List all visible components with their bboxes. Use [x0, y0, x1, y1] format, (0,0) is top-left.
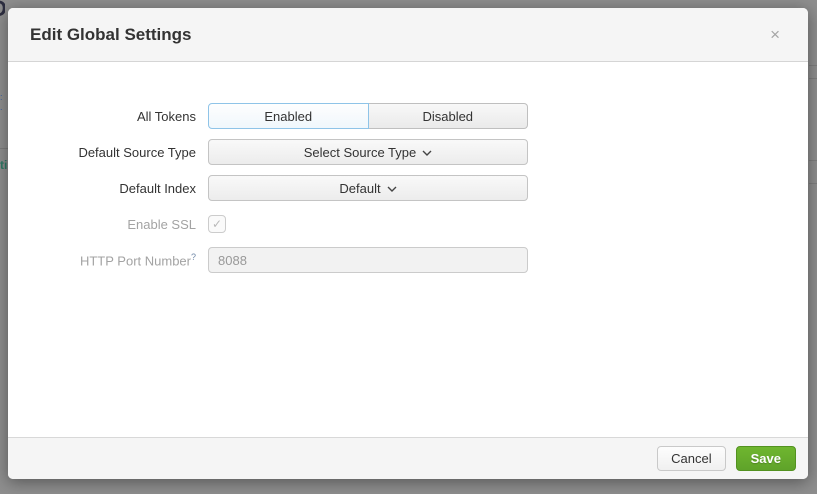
default-index-value: Default: [339, 181, 380, 196]
background-table-line: [809, 65, 817, 66]
chevron-down-icon: [387, 186, 397, 192]
http-port-label-text: HTTP Port Number: [80, 253, 191, 268]
default-source-type-label: Default Source Type: [8, 145, 196, 160]
all-tokens-row: All Tokens Enabled Disabled: [8, 103, 808, 129]
background-table-line: [809, 160, 817, 161]
default-index-dropdown[interactable]: Default: [208, 175, 528, 201]
http-port-label: HTTP Port Number?: [8, 252, 196, 268]
background-table-line: [809, 78, 817, 79]
default-source-type-dropdown[interactable]: Select Source Type: [208, 139, 528, 165]
modal-body: All Tokens Enabled Disabled Default Sour…: [8, 62, 808, 273]
background-heading-fragment: D: [0, 0, 5, 22]
http-port-row: HTTP Port Number?: [8, 247, 808, 273]
default-index-label: Default Index: [8, 181, 196, 196]
cancel-button[interactable]: Cancel: [657, 446, 725, 471]
background-text-fragment: : .: [0, 92, 8, 112]
all-tokens-label: All Tokens: [8, 109, 196, 124]
modal-header: Edit Global Settings ×: [8, 8, 808, 62]
enable-ssl-checkbox: ✓: [208, 215, 226, 233]
modal-footer: Cancel Save: [8, 437, 808, 479]
default-source-type-row: Default Source Type Select Source Type: [8, 139, 808, 165]
enable-ssl-label: Enable SSL: [8, 217, 196, 232]
all-tokens-toggle: Enabled Disabled: [208, 103, 528, 129]
default-index-row: Default Index Default: [8, 175, 808, 201]
background-divider-fragment: [0, 148, 8, 149]
save-button[interactable]: Save: [736, 446, 796, 471]
http-port-input: [208, 247, 528, 273]
modal-title: Edit Global Settings: [30, 25, 766, 45]
enable-ssl-row: Enable SSL ✓: [8, 211, 808, 237]
checkmark-icon: ✓: [212, 217, 222, 231]
help-tooltip-icon: ?: [191, 252, 196, 262]
all-tokens-enabled-button[interactable]: Enabled: [208, 103, 369, 129]
default-source-type-value: Select Source Type: [304, 145, 417, 160]
close-icon[interactable]: ×: [766, 24, 784, 45]
chevron-down-icon: [422, 150, 432, 156]
all-tokens-disabled-button[interactable]: Disabled: [369, 103, 529, 129]
background-table-line: [809, 183, 817, 184]
edit-global-settings-modal: Edit Global Settings × All Tokens Enable…: [8, 8, 808, 479]
